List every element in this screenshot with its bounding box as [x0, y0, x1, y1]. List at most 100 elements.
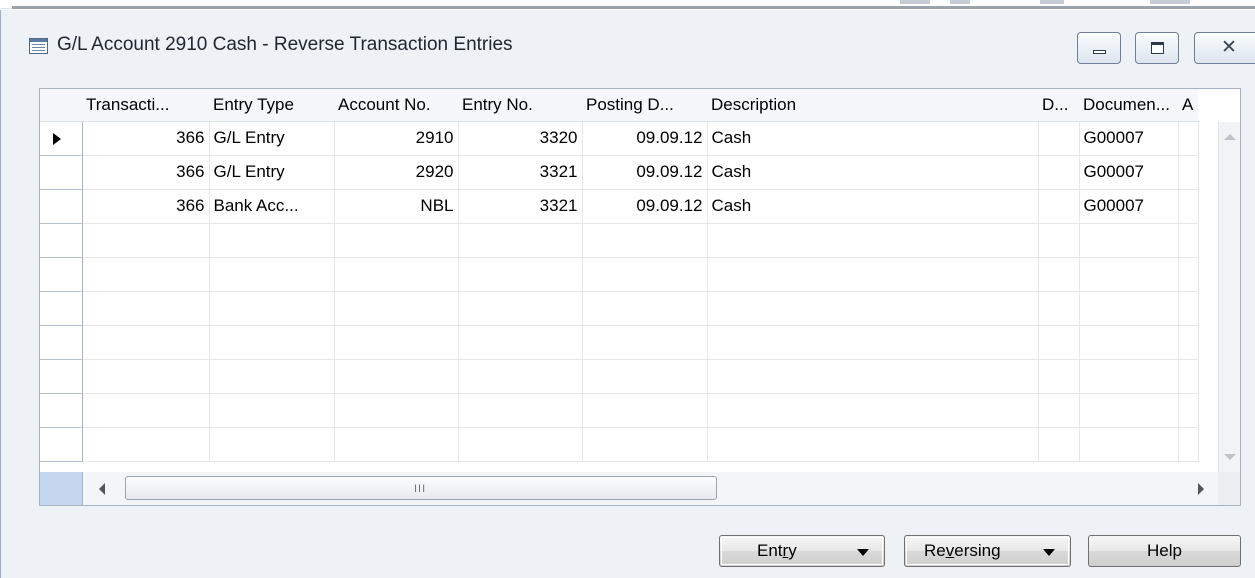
- cell-a[interactable]: [1178, 189, 1199, 224]
- cell-account-no[interactable]: 2910: [334, 121, 459, 156]
- table-row[interactable]: [40, 427, 1199, 462]
- table-row[interactable]: [40, 393, 1199, 428]
- row-selector[interactable]: [40, 393, 83, 428]
- cell-entry-type[interactable]: [209, 291, 335, 326]
- cell-transaction[interactable]: [82, 291, 210, 326]
- column-header-description[interactable]: Description: [707, 89, 1038, 122]
- vertical-scrollbar[interactable]: [1218, 122, 1240, 472]
- table-row[interactable]: [40, 257, 1199, 292]
- cell-description[interactable]: [707, 393, 1039, 428]
- cell-account-no[interactable]: [334, 257, 459, 292]
- entries-grid[interactable]: Transacti... Entry Type Account No. Entry N…: [39, 88, 1241, 506]
- cell-document[interactable]: [1079, 393, 1179, 428]
- cell-document[interactable]: G00007: [1079, 121, 1179, 156]
- reversing-button[interactable]: Reversing: [904, 535, 1071, 567]
- cell-account-no[interactable]: [334, 393, 459, 428]
- row-selector[interactable]: [40, 325, 83, 360]
- column-header-document[interactable]: Documen...: [1079, 89, 1178, 122]
- cell-document[interactable]: [1079, 223, 1179, 258]
- cell-posting-date[interactable]: [582, 427, 708, 462]
- cell-transaction[interactable]: 366: [82, 121, 210, 156]
- cell-description[interactable]: [707, 257, 1039, 292]
- help-button[interactable]: Help: [1088, 535, 1241, 567]
- cell-a[interactable]: [1178, 393, 1199, 428]
- cell-description[interactable]: [707, 427, 1039, 462]
- cell-entry-no[interactable]: [458, 325, 583, 360]
- row-selector[interactable]: [40, 121, 83, 156]
- cell-posting-date[interactable]: [582, 325, 708, 360]
- table-row[interactable]: 366 Bank Acc... NBL 3321 09.09.12 Cash G00007: [40, 189, 1199, 224]
- cell-account-no[interactable]: [334, 427, 459, 462]
- cell-account-no[interactable]: NBL: [334, 189, 459, 224]
- cell-transaction[interactable]: [82, 359, 210, 394]
- cell-d[interactable]: [1038, 155, 1080, 190]
- cell-a[interactable]: [1178, 359, 1199, 394]
- scroll-up-icon[interactable]: [1224, 134, 1236, 140]
- cell-description[interactable]: [707, 223, 1039, 258]
- cell-document[interactable]: [1079, 257, 1179, 292]
- scroll-right-icon[interactable]: [1198, 483, 1204, 495]
- cell-transaction[interactable]: [82, 393, 210, 428]
- cell-transaction[interactable]: 366: [82, 189, 210, 224]
- cell-entry-type[interactable]: [209, 359, 335, 394]
- cell-entry-no[interactable]: [458, 427, 583, 462]
- cell-posting-date[interactable]: 09.09.12: [582, 155, 708, 190]
- cell-description[interactable]: [707, 359, 1039, 394]
- cell-entry-type[interactable]: [209, 427, 335, 462]
- cell-transaction[interactable]: 366: [82, 155, 210, 190]
- entry-button[interactable]: Entry: [719, 535, 885, 567]
- cell-posting-date[interactable]: [582, 291, 708, 326]
- column-header-entry-type[interactable]: Entry Type: [209, 89, 334, 122]
- table-row[interactable]: [40, 359, 1199, 394]
- cell-description[interactable]: Cash: [707, 121, 1039, 156]
- cell-a[interactable]: [1178, 325, 1199, 360]
- cell-description[interactable]: Cash: [707, 155, 1039, 190]
- cell-entry-no[interactable]: [458, 223, 583, 258]
- cell-entry-type[interactable]: G/L Entry: [209, 121, 335, 156]
- cell-account-no[interactable]: [334, 223, 459, 258]
- row-selector[interactable]: [40, 189, 83, 224]
- cell-document[interactable]: [1079, 427, 1179, 462]
- cell-entry-type[interactable]: [209, 257, 335, 292]
- cell-d[interactable]: [1038, 359, 1080, 394]
- row-selector[interactable]: [40, 359, 83, 394]
- cell-a[interactable]: [1178, 223, 1199, 258]
- table-row[interactable]: 366 G/L Entry 2920 3321 09.09.12 Cash G00007: [40, 155, 1199, 190]
- row-selector[interactable]: [40, 291, 83, 326]
- cell-document[interactable]: G00007: [1079, 155, 1179, 190]
- cell-a[interactable]: [1178, 291, 1199, 326]
- horizontal-scroll-thumb[interactable]: III: [125, 476, 717, 500]
- cell-d[interactable]: [1038, 291, 1080, 326]
- cell-entry-no[interactable]: 3321: [458, 189, 583, 224]
- column-header-a[interactable]: A: [1178, 89, 1198, 122]
- cell-account-no[interactable]: 2920: [334, 155, 459, 190]
- cell-posting-date[interactable]: 09.09.12: [582, 121, 708, 156]
- row-selector[interactable]: [40, 155, 83, 190]
- cell-document[interactable]: G00007: [1079, 189, 1179, 224]
- column-header-transaction[interactable]: Transacti...: [82, 89, 209, 122]
- maximize-button[interactable]: [1135, 32, 1179, 64]
- cell-posting-date[interactable]: [582, 359, 708, 394]
- close-button[interactable]: ✕: [1194, 32, 1255, 64]
- cell-account-no[interactable]: [334, 291, 459, 326]
- scroll-down-icon[interactable]: [1224, 454, 1236, 460]
- row-selector[interactable]: [40, 223, 83, 258]
- cell-transaction[interactable]: [82, 223, 210, 258]
- table-row[interactable]: [40, 291, 1199, 326]
- cell-posting-date[interactable]: [582, 257, 708, 292]
- cell-posting-date[interactable]: 09.09.12: [582, 189, 708, 224]
- cell-entry-no[interactable]: 3320: [458, 121, 583, 156]
- cell-entry-type[interactable]: [209, 223, 335, 258]
- cell-entry-type[interactable]: G/L Entry: [209, 155, 335, 190]
- cell-d[interactable]: [1038, 427, 1080, 462]
- cell-document[interactable]: [1079, 325, 1179, 360]
- table-row[interactable]: [40, 325, 1199, 360]
- cell-d[interactable]: [1038, 257, 1080, 292]
- cell-account-no[interactable]: [334, 325, 459, 360]
- cell-posting-date[interactable]: [582, 393, 708, 428]
- cell-description[interactable]: [707, 325, 1039, 360]
- column-header-entry-no[interactable]: Entry No.: [458, 89, 582, 122]
- cell-transaction[interactable]: [82, 325, 210, 360]
- cell-transaction[interactable]: [82, 257, 210, 292]
- cell-document[interactable]: [1079, 291, 1179, 326]
